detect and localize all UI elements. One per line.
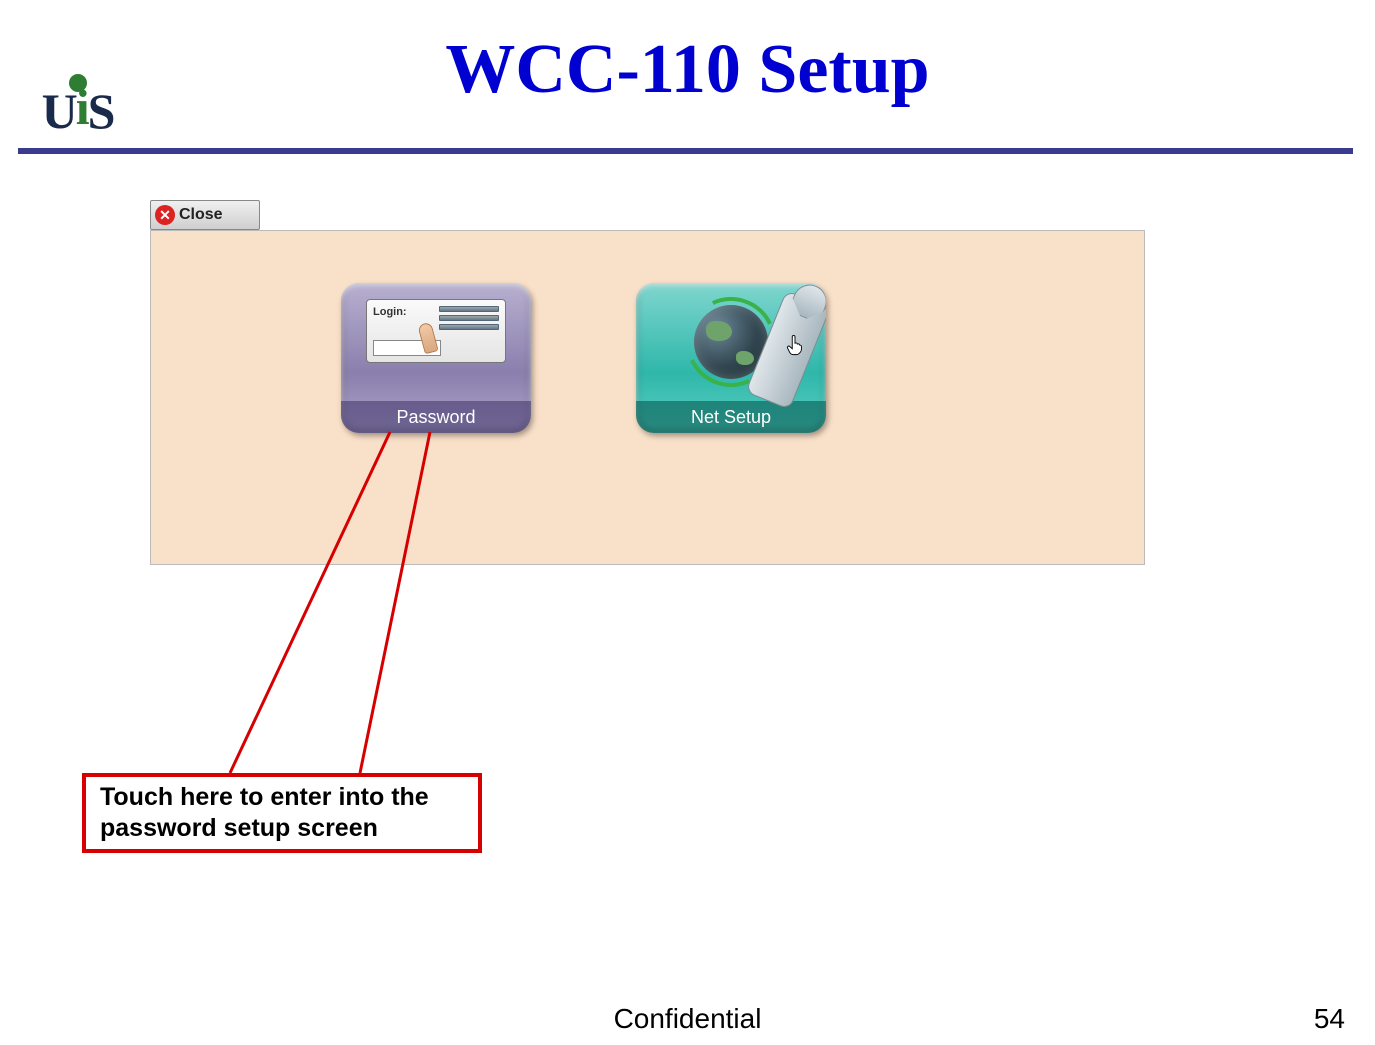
- close-button[interactable]: ✕ Close: [150, 200, 260, 230]
- password-icon: Login:: [341, 283, 531, 401]
- login-label: Login:: [373, 306, 407, 318]
- footer-page-number: 54: [1314, 1003, 1345, 1035]
- net-setup-tile[interactable]: Net Setup: [636, 283, 826, 433]
- footer-confidential: Confidential: [0, 1003, 1375, 1035]
- setup-panel: Login: Password Net: [150, 230, 1145, 565]
- callout-text: Touch here to enter into the password se…: [100, 782, 464, 845]
- page-title: WCC-110 Setup: [0, 30, 1375, 110]
- password-tile-label: Password: [341, 401, 531, 433]
- password-tile[interactable]: Login: Password: [341, 283, 531, 433]
- close-icon: ✕: [155, 205, 175, 225]
- callout-box: Touch here to enter into the password se…: [82, 773, 482, 853]
- slide: UiS WCC-110 Setup ✕ Close Login: Passwor…: [0, 0, 1375, 1045]
- close-label: Close: [179, 206, 223, 224]
- form-rows-icon: [439, 306, 499, 330]
- net-setup-tile-label: Net Setup: [636, 401, 826, 433]
- title-divider: [18, 148, 1353, 154]
- login-panel-icon: Login:: [366, 299, 506, 363]
- net-setup-icon: [636, 283, 826, 401]
